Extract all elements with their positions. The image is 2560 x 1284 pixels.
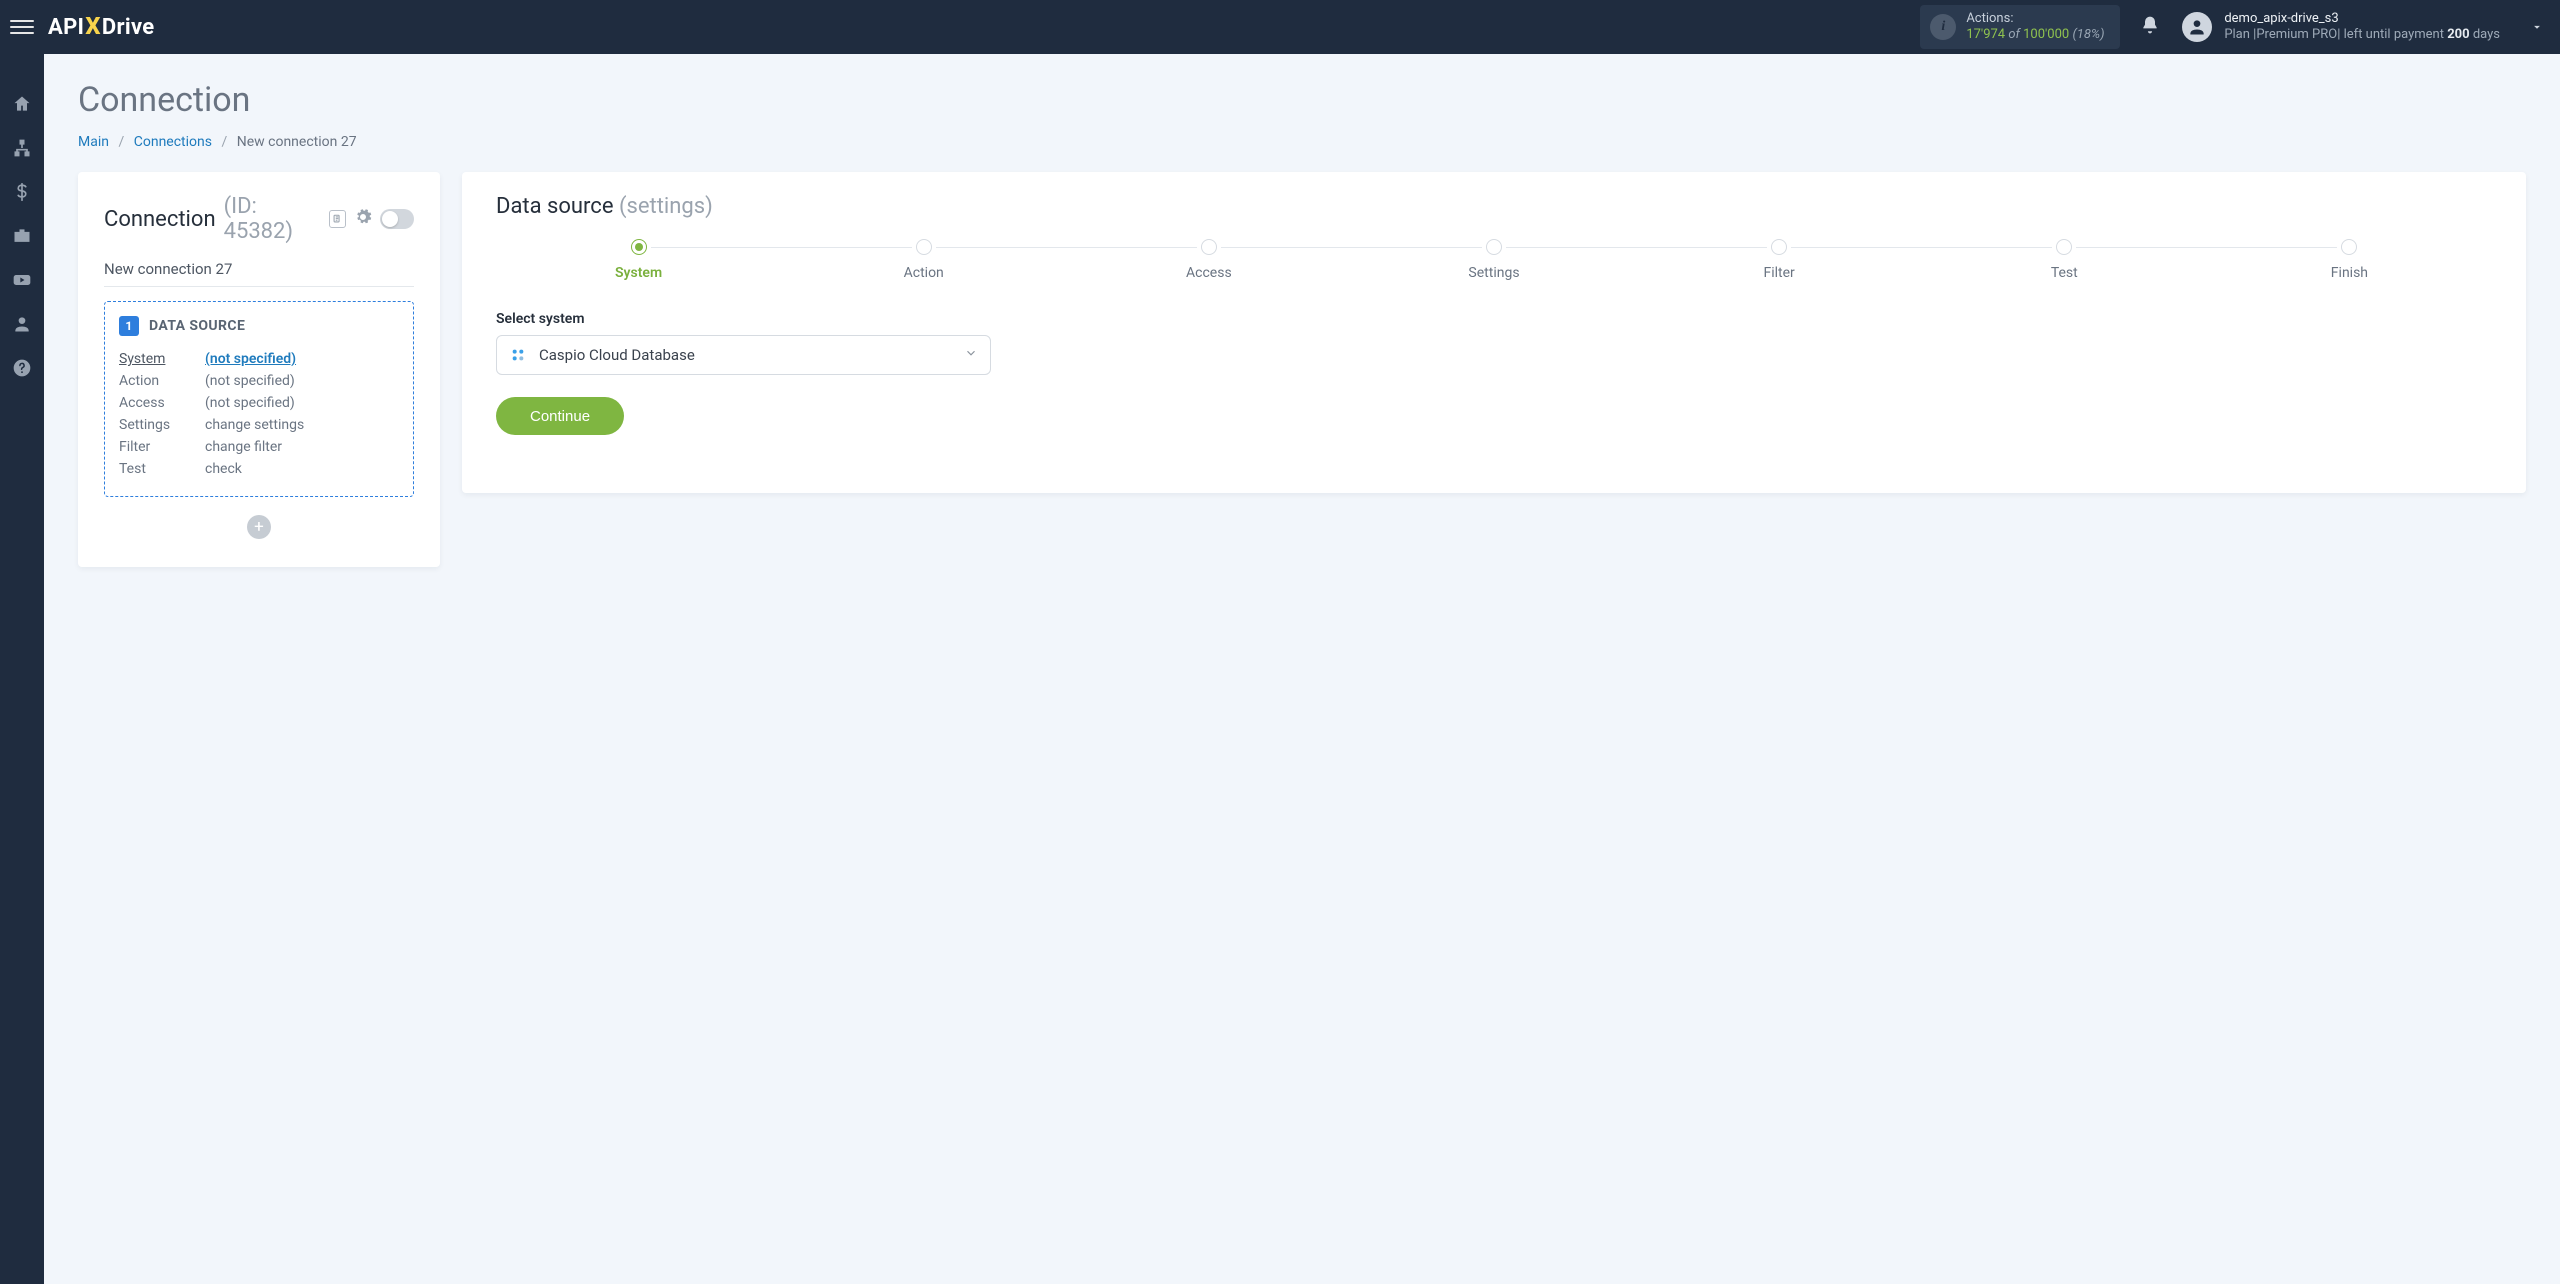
step-dot [916,239,932,255]
ds-row-key: Filter [119,439,205,455]
data-source-settings-card: Data source (settings) System Action Acces… [462,172,2526,493]
side-nav [0,54,44,1284]
step-dot [631,239,647,255]
ds-row-key: Access [119,395,205,411]
brand-part2: Drive [102,15,155,40]
connection-summary-card: Connection (ID: 45382) New connection 27… [78,172,440,567]
briefcase-icon [12,226,32,246]
step-dot [2056,239,2072,255]
ds-row-action[interactable]: Action(not specified) [119,370,399,392]
ds-row-filter[interactable]: Filterchange filter [119,436,399,458]
top-header: APIXDrive i Actions: 17'974 of 100'000 (… [0,0,2560,54]
ds-title-text: DATA SOURCE [149,318,245,334]
actions-usage-box[interactable]: i Actions: 17'974 of 100'000 (18%) [1920,5,2120,50]
progress-steps: System Action Access Settings Filter Test Fini… [496,239,2492,281]
bell-icon [2140,15,2160,35]
user-name: demo_apix-drive_s3 [2224,11,2500,27]
caspio-icon [509,346,527,364]
step-filter[interactable]: Filter [1637,239,1922,281]
breadcrumb: Main / Connections / New connection 27 [78,134,2526,150]
breadcrumb-connections[interactable]: Connections [134,134,212,150]
step-label: Settings [1468,265,1519,281]
user-plan: Plan |Premium PRO| left until payment 20… [2224,27,2500,43]
step-system[interactable]: System [496,239,781,281]
ds-row-system[interactable]: System(not specified) [119,348,399,370]
summary-subtitle: New connection 27 [104,260,414,286]
nav-tools[interactable] [0,214,44,258]
ds-row-settings[interactable]: Settingschange settings [119,414,399,436]
chevron-down-icon [2530,20,2544,34]
ds-row-value: (not specified) [205,395,295,411]
ds-row-access[interactable]: Access(not specified) [119,392,399,414]
brand-logo[interactable]: APIXDrive [48,13,154,41]
enable-toggle[interactable] [380,209,414,229]
system-dropdown[interactable]: Caspio Cloud Database [496,335,991,375]
brand-part1: API [48,15,84,40]
ds-row-value: (not specified) [205,373,295,389]
question-icon [12,358,32,378]
user-icon [12,314,32,334]
ds-row-key: Settings [119,417,205,433]
step-finish[interactable]: Finish [2207,239,2492,281]
step-settings[interactable]: Settings [1351,239,1636,281]
step-dot [1486,239,1502,255]
avatar-icon [2182,12,2212,42]
nav-videos[interactable] [0,258,44,302]
step-access[interactable]: Access [1066,239,1351,281]
hamburger-menu[interactable] [10,15,34,39]
ds-row-key: Action [119,373,205,389]
ds-number-badge: 1 [119,316,139,336]
select-system-label: Select system [496,311,2492,327]
gear-icon[interactable] [354,207,372,232]
step-dot [1771,239,1787,255]
continue-button[interactable]: Continue [496,397,624,435]
sitemap-icon [12,138,32,158]
nav-connections[interactable] [0,126,44,170]
actions-stats: 17'974 of 100'000 (18%) [1966,27,2104,43]
breadcrumb-main[interactable]: Main [78,134,109,150]
actions-label: Actions: [1966,11,2104,27]
add-destination-button[interactable]: + [247,515,271,539]
step-dot [1201,239,1217,255]
step-action[interactable]: Action [781,239,1066,281]
settings-title: Data source (settings) [496,194,2492,219]
summary-title: Connection [104,207,216,232]
notifications-bell[interactable] [2140,15,2160,39]
breadcrumb-current: New connection 27 [237,134,357,150]
nav-home[interactable] [0,82,44,126]
nav-billing[interactable] [0,170,44,214]
dollar-icon [13,183,31,201]
ds-row-value: check [205,461,242,477]
brand-x: X [85,12,101,40]
main-content: Connection Main / Connections / New conn… [44,54,2560,1284]
user-menu[interactable]: demo_apix-drive_s3 Plan |Premium PRO| le… [2182,11,2550,44]
step-dot [2341,239,2357,255]
data-source-box: 1 DATA SOURCE System(not specified)Actio… [104,301,414,497]
ds-row-key: Test [119,461,205,477]
step-label: Test [2051,265,2078,281]
step-label: Finish [2331,265,2368,281]
dropdown-value: Caspio Cloud Database [539,346,695,364]
step-label: Access [1186,265,1232,281]
ds-row-value: change filter [205,439,282,455]
step-label: Action [904,265,944,281]
page-title: Connection [78,80,2526,120]
chevron-down-icon [964,346,978,364]
ds-row-key: System [119,351,205,367]
ds-row-value: (not specified) [205,351,296,367]
step-test[interactable]: Test [1922,239,2207,281]
summary-id: (ID: 45382) [224,194,322,244]
ds-row-test[interactable]: Testcheck [119,458,399,480]
info-icon: i [1930,14,1956,40]
nav-help[interactable] [0,346,44,390]
step-label: Filter [1763,265,1794,281]
home-icon [12,94,32,114]
user-meta: demo_apix-drive_s3 Plan |Premium PRO| le… [2224,11,2500,44]
ds-row-value: change settings [205,417,304,433]
youtube-icon [12,270,32,290]
nav-account[interactable] [0,302,44,346]
copy-icon[interactable] [329,210,345,228]
step-label: System [615,265,662,281]
